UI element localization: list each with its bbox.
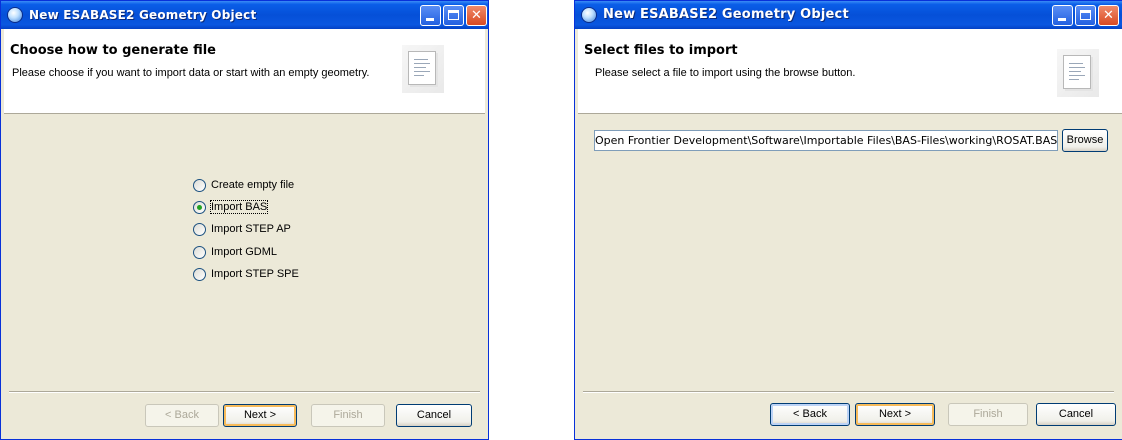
option-label: Import BAS (209, 200, 269, 214)
maximize-icon (448, 10, 459, 20)
close-button[interactable]: ✕ (466, 5, 487, 26)
close-icon: ✕ (471, 8, 482, 23)
right-page-title: Select files to import (584, 43, 738, 58)
left-finish-button[interactable]: Finish (311, 404, 385, 427)
radio-button[interactable] (193, 246, 206, 259)
file-path-input[interactable]: Open Frontier Development\Software\Impor… (594, 130, 1058, 151)
left-page-description: Please choose if you want to import data… (12, 67, 370, 79)
option-label: Import STEP AP (211, 223, 291, 235)
maximize-button[interactable] (443, 5, 464, 26)
document-icon (408, 51, 436, 85)
left-window-title: New ESABASE2 Geometry Object (29, 8, 257, 22)
radio-button-selected[interactable] (193, 201, 206, 214)
minimize-button[interactable] (1052, 5, 1073, 26)
right-window-title: New ESABASE2 Geometry Object (603, 7, 849, 22)
left-next-button[interactable]: Next > (223, 404, 297, 427)
app-icon (581, 7, 597, 23)
minimize-icon (1058, 18, 1066, 21)
close-icon: ✕ (1103, 8, 1114, 23)
right-footer-separator (583, 391, 1114, 393)
close-button[interactable]: ✕ (1098, 5, 1119, 26)
right-titlebar[interactable]: New ESABASE2 Geometry Object ✕ (575, 1, 1122, 29)
right-dialog-window: New ESABASE2 Geometry Object ✕ Select fi… (574, 0, 1122, 440)
right-file-panel: Open Frontier Development\Software\Impor… (578, 114, 1122, 389)
document-icon (1063, 55, 1091, 89)
left-wizard-header: Choose how to generate file Please choos… (4, 29, 485, 114)
right-cancel-button[interactable]: Cancel (1036, 403, 1116, 426)
left-page-title: Choose how to generate file (10, 43, 216, 58)
minimize-icon (426, 18, 434, 21)
app-icon (7, 7, 23, 23)
left-options-panel: Create empty file Import BAS Import STEP… (4, 114, 485, 389)
browse-button[interactable]: Browse (1062, 129, 1108, 152)
left-cancel-button[interactable]: Cancel (396, 404, 472, 427)
radio-button[interactable] (193, 223, 206, 236)
right-header-image (1057, 49, 1099, 97)
option-label: Import GDML (211, 246, 278, 258)
right-back-button[interactable]: < Back (770, 403, 850, 426)
radio-button[interactable] (193, 268, 206, 281)
right-wizard-header: Select files to import Please select a f… (578, 29, 1122, 114)
left-dialog-window: New ESABASE2 Geometry Object ✕ Choose ho… (0, 0, 489, 440)
option-label: Import STEP SPE (211, 268, 299, 280)
maximize-icon (1080, 10, 1091, 20)
left-footer-separator (9, 391, 480, 393)
right-page-description: Please select a file to import using the… (595, 67, 856, 79)
right-finish-button[interactable]: Finish (948, 403, 1028, 426)
radio-button[interactable] (193, 179, 206, 192)
left-titlebar[interactable]: New ESABASE2 Geometry Object ✕ (1, 1, 488, 29)
maximize-button[interactable] (1075, 5, 1096, 26)
minimize-button[interactable] (420, 5, 441, 26)
option-label: Create empty file (211, 179, 295, 191)
left-back-button[interactable]: < Back (145, 404, 219, 427)
right-next-button[interactable]: Next > (855, 403, 935, 426)
left-header-image (402, 45, 444, 93)
